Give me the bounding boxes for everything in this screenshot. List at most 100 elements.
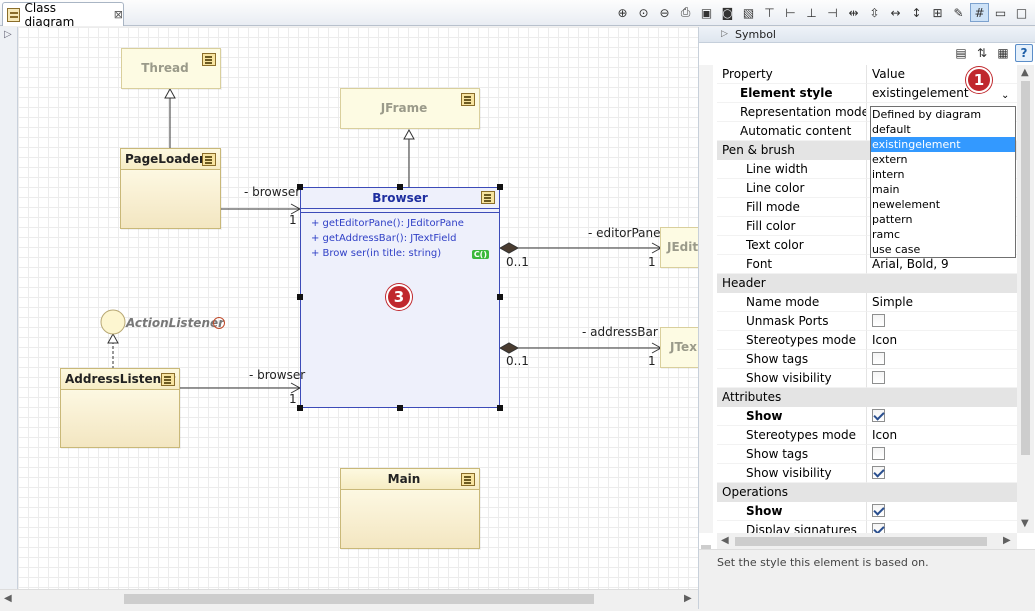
property-row[interactable]: Show tags [717,350,1017,369]
export-image-icon[interactable]: ▧ [739,3,758,22]
class-jframe[interactable]: JFrame [340,88,480,129]
operation-item[interactable]: + Brow ser(in title: string) [311,246,489,261]
scrollbar-thumb[interactable] [1021,81,1030,455]
help-icon[interactable]: ? [1015,44,1033,62]
scroll-right-icon[interactable]: ▶ [684,593,692,604]
element-style-dropdown-arrow[interactable]: ⌄ [1001,90,1009,101]
property-row[interactable]: Unmask Ports [717,312,1017,331]
property-checkbox[interactable] [872,352,885,365]
align-bottom-icon[interactable]: ⊥ [802,3,821,22]
class-jtextfield[interactable]: JTex [660,327,698,368]
distribute-horizontal-icon[interactable]: ⇹ [844,3,863,22]
property-checkbox[interactable] [872,371,885,384]
dropdown-option[interactable]: main [871,182,1015,197]
sort-icon[interactable]: ⇅ [973,44,991,62]
property-value[interactable]: Icon [867,426,1017,445]
scroll-up-icon[interactable]: ▲ [1021,67,1029,78]
dropdown-option[interactable]: extern [871,152,1015,167]
property-checkbox[interactable] [872,466,885,479]
resize-handle-ne[interactable] [497,184,503,190]
property-checkbox[interactable] [872,504,885,517]
expand-palette-icon[interactable]: ▷ [4,29,12,40]
align-left-icon[interactable]: ⊢ [781,3,800,22]
dropdown-option[interactable]: newelement [871,197,1015,212]
property-value[interactable] [867,483,1017,502]
property-row[interactable]: Show [717,502,1017,521]
class-addresslistener[interactable]: AddressListener [60,368,180,448]
resize-handle-s[interactable] [397,405,403,411]
categories-icon[interactable]: ▦ [994,44,1012,62]
operation-item[interactable]: + getEditorPane(): JEditorPane [311,216,489,231]
distribute-vertical-icon[interactable]: ⇳ [865,3,884,22]
save-icon[interactable]: ▣ [697,3,716,22]
resize-handle-se[interactable] [497,405,503,411]
class-thread[interactable]: Thread [121,48,221,89]
property-row[interactable]: Show visibility [717,464,1017,483]
hide-defaults-icon[interactable]: ▤ [952,44,970,62]
resize-handle-sw[interactable] [297,405,303,411]
scroll-right-icon[interactable]: ▶ [1003,535,1011,546]
diagram-canvas[interactable]: Thread JFrame PageLoader Browser + getEd… [18,27,698,589]
same-width-icon[interactable]: ↔ [886,3,905,22]
tab-class-diagram[interactable]: Class diagram ⊠ [2,1,124,29]
resize-handle-e[interactable] [497,294,503,300]
dropdown-option[interactable]: default [871,122,1015,137]
collapse-panel-icon[interactable]: ▷ [721,27,728,42]
interface-name[interactable]: ActionListener [126,316,224,330]
minimize-icon[interactable]: ▭ [991,3,1010,22]
property-row[interactable]: Header [717,274,1017,293]
zoom-fit-icon[interactable]: ⊙ [634,3,653,22]
canvas-horizontal-scrollbar[interactable]: ◀ ▶ [0,589,698,607]
scroll-left-icon[interactable]: ◀ [4,593,12,604]
operation-item[interactable]: + getAddressBar(): JTextField [311,231,489,246]
property-checkbox[interactable] [872,447,885,460]
property-checkbox[interactable] [872,314,885,327]
element-style-dropdown[interactable]: Defined by diagram default existingelement… [870,106,1016,258]
property-value[interactable] [867,388,1017,407]
property-vertical-scrollbar[interactable]: ▲ ▼ [1017,65,1034,533]
dropdown-option[interactable]: intern [871,167,1015,182]
maximize-icon[interactable]: □ [1012,3,1031,22]
property-row[interactable]: Stereotypes mode Icon [717,331,1017,350]
class-pageloader[interactable]: PageLoader [120,148,221,229]
property-row[interactable]: Operations [717,483,1017,502]
property-value[interactable]: existingelement [867,84,1017,103]
dropdown-option[interactable]: pattern [871,212,1015,227]
zoom-out-icon[interactable]: ⊖ [655,3,674,22]
scrollbar-thumb[interactable] [124,594,594,604]
property-value[interactable] [867,274,1017,293]
property-horizontal-scrollbar[interactable]: ◀ ▶ [717,533,1017,549]
panel-title-bar[interactable]: ▷ Symbol [699,27,1035,43]
scrollbar-thumb[interactable] [735,537,987,546]
align-top-icon[interactable]: ⊤ [760,3,779,22]
property-row[interactable]: Show visibility [717,369,1017,388]
class-main[interactable]: Main [340,468,480,549]
property-row[interactable]: Name mode Simple [717,293,1017,312]
class-jeditorpane[interactable]: JEdito [660,227,698,268]
resize-handle-w[interactable] [297,294,303,300]
format-painter-icon[interactable]: ✎ [949,3,968,22]
grid-icon[interactable]: # [970,3,989,22]
scroll-left-icon[interactable]: ◀ [721,535,729,546]
property-checkbox[interactable] [872,409,885,422]
dropdown-option[interactable]: ramc [871,227,1015,242]
zoom-in-icon[interactable]: ⊕ [613,3,632,22]
property-value[interactable]: Icon [867,331,1017,350]
resize-handle-n[interactable] [397,184,403,190]
dropdown-option[interactable]: use case [871,242,1015,257]
camera-icon[interactable]: ◙ [718,3,737,22]
dropdown-option[interactable]: Defined by diagram [871,107,1015,122]
property-row[interactable]: Attributes [717,388,1017,407]
property-name: Fill mode [717,198,867,217]
dropdown-option[interactable]: existingelement [871,137,1015,152]
same-height-icon[interactable]: ↕ [907,3,926,22]
group-icon[interactable]: ⊞ [928,3,947,22]
print-icon[interactable]: ⎙ [676,3,695,22]
property-row[interactable]: Show [717,407,1017,426]
close-tab-icon[interactable]: ⊠ [114,8,123,21]
property-row[interactable]: Stereotypes mode Icon [717,426,1017,445]
align-right-icon[interactable]: ⊣ [823,3,842,22]
property-row[interactable]: Show tags [717,445,1017,464]
property-value[interactable]: Simple [867,293,1017,312]
scroll-down-icon[interactable]: ▼ [1021,518,1029,529]
